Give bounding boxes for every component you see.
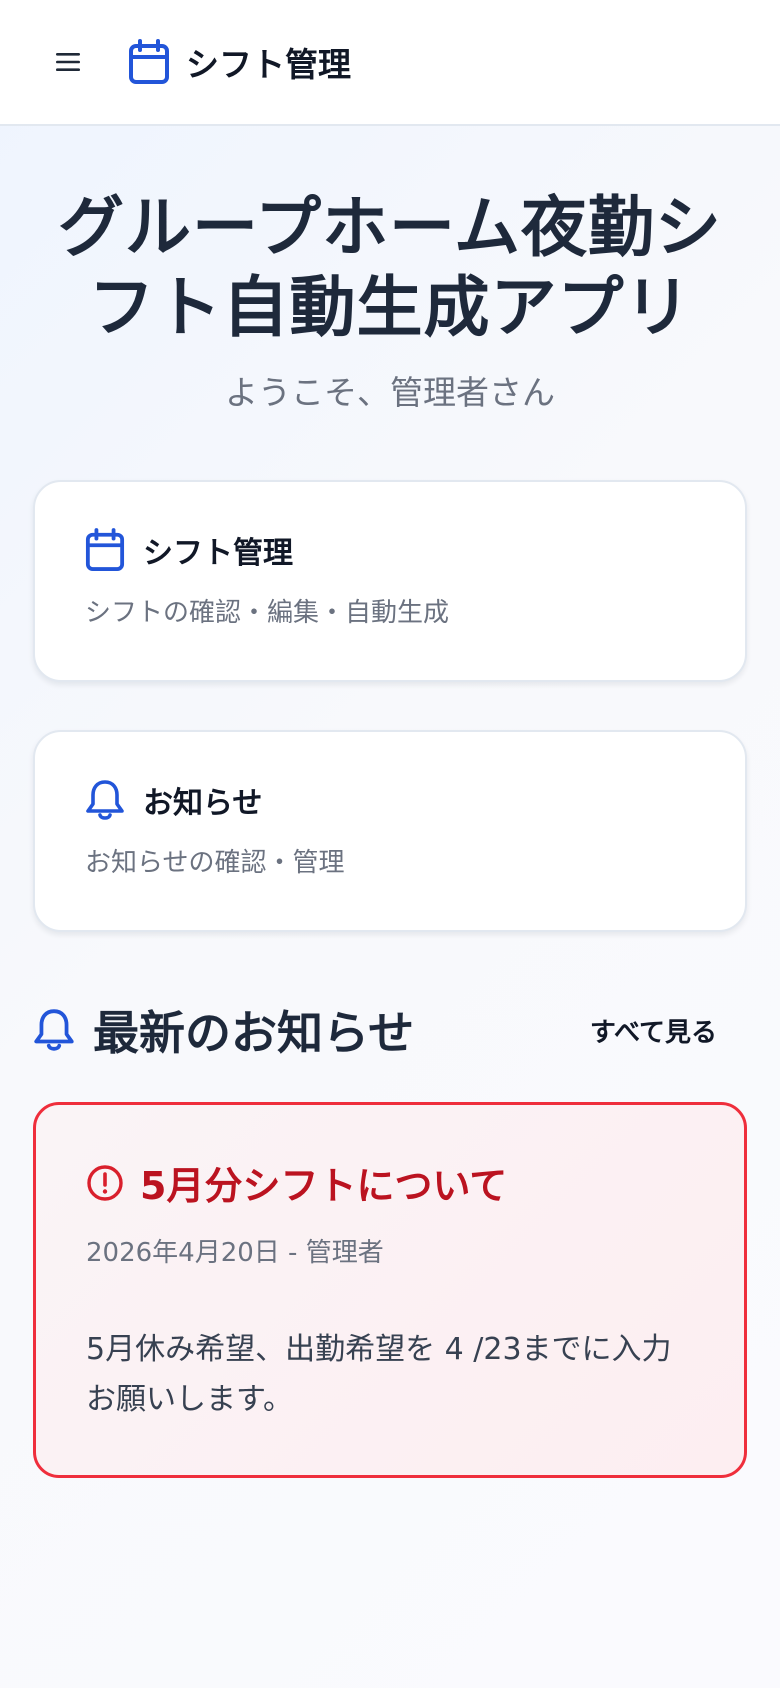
menu-button[interactable] xyxy=(46,40,90,84)
header-title: シフト管理 xyxy=(186,45,351,84)
card-title: お知らせ xyxy=(143,786,263,821)
menu-cards: シフト管理 シフトの確認・編集・自動生成 お知らせ お知らせの確認・管理 xyxy=(33,480,747,932)
calendar-icon xyxy=(128,39,170,85)
shift-management-card[interactable]: シフト管理 シフトの確認・編集・自動生成 xyxy=(33,480,747,682)
header-logo[interactable]: シフト管理 xyxy=(128,38,351,86)
card-description: お知らせの確認・管理 xyxy=(85,848,345,878)
card-header: シフト管理 xyxy=(85,528,695,572)
hamburger-menu-icon xyxy=(55,52,81,72)
latest-announcements: 最新のお知らせ すべて見る 5月分シフトについて 2026年4月20日 - 管理… xyxy=(33,1000,747,1478)
announcement-title: 5月分シフトについて xyxy=(140,1164,508,1208)
page-title-text: グループホーム夜勤シフト自動生成アプリ xyxy=(57,189,723,346)
announcement-meta: 2026年4月20日 - 管理者 xyxy=(86,1238,384,1268)
announcement-header: 5月分シフトについて xyxy=(86,1155,694,1210)
card-title: シフト管理 xyxy=(143,536,293,571)
see-all-link[interactable]: すべて見る xyxy=(590,1012,717,1049)
welcome-message: ようこそ、管理者さん xyxy=(225,373,555,412)
page-title: グループホーム夜勤シフト自動生成アプリ xyxy=(33,188,747,348)
section-title: 最新のお知らせ xyxy=(93,1006,415,1060)
bell-icon xyxy=(85,778,125,822)
alert-circle-icon xyxy=(86,1164,124,1202)
card-description: シフトの確認・編集・自動生成 xyxy=(85,598,450,628)
bell-icon xyxy=(33,1007,75,1053)
app-header: シフト管理 xyxy=(0,0,780,126)
section-header: 最新のお知らせ すべて見る xyxy=(33,1000,747,1060)
notices-card[interactable]: お知らせ お知らせの確認・管理 xyxy=(33,730,747,932)
announcement-body: 5月休み希望、出勤希望を 4 /23までに入力お願いします。 xyxy=(86,1332,672,1417)
main-content: グループホーム夜勤シフト自動生成アプリ ようこそ、管理者さん シフト管理 シフト… xyxy=(0,188,780,1478)
announcement-item[interactable]: 5月分シフトについて 2026年4月20日 - 管理者 5月休み希望、出勤希望を… xyxy=(33,1102,747,1478)
calendar-icon xyxy=(85,528,125,572)
card-header: お知らせ xyxy=(85,778,695,822)
